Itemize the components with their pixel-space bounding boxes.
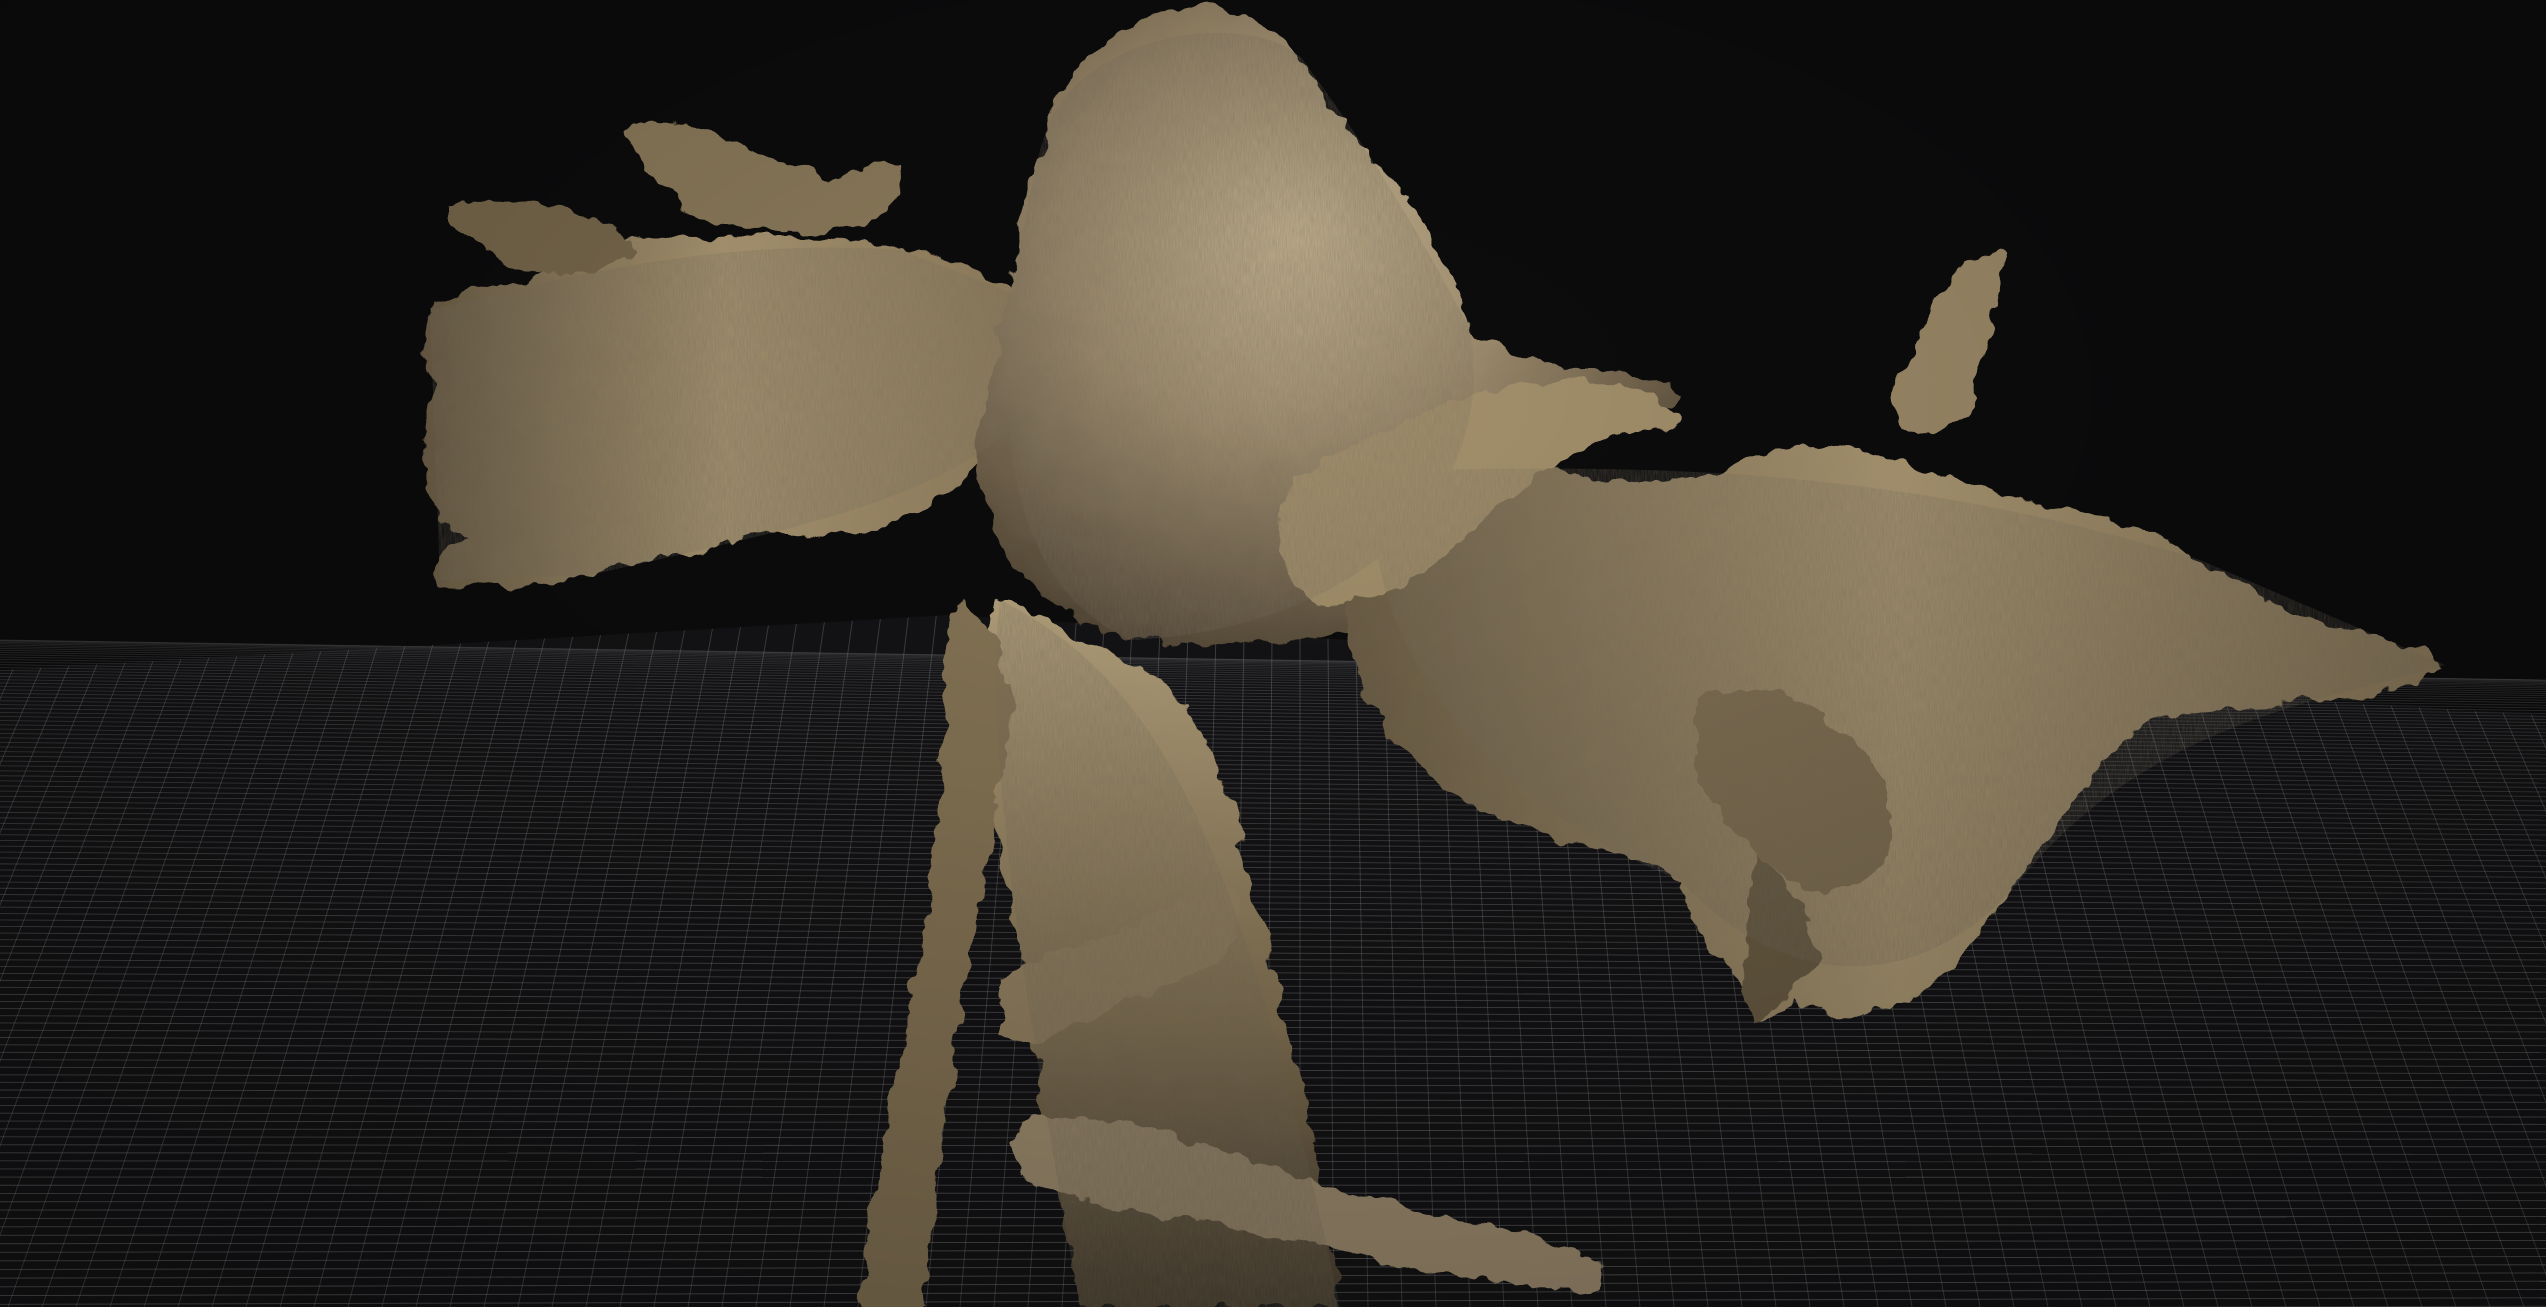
scene-canvas[interactable] <box>0 0 2546 1307</box>
vignette <box>0 0 2546 1307</box>
3d-viewport[interactable] <box>0 0 2546 1307</box>
